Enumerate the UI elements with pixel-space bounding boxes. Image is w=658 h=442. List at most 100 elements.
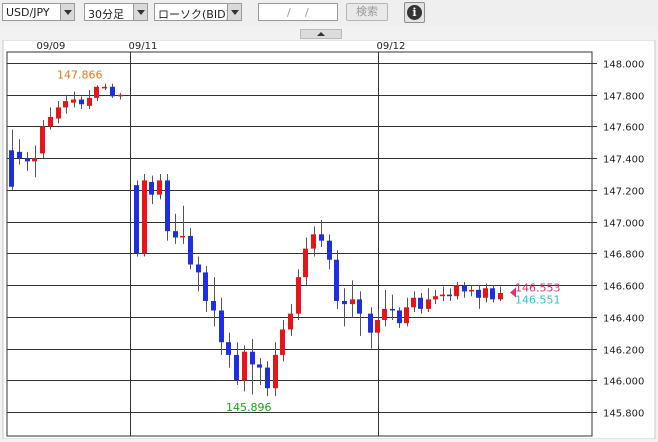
- candle-up: [288, 313, 293, 330]
- candle-up: [32, 158, 37, 162]
- candle-up: [87, 97, 92, 106]
- timeframe-value: 30分足: [88, 8, 124, 21]
- candle-down: [165, 180, 170, 232]
- search-button[interactable]: 検索: [346, 3, 388, 21]
- candle-up: [483, 288, 488, 298]
- candlestick-chart: 148.000 147.800 147.600 147.400 147.200 147.0…: [2, 39, 656, 440]
- candle-up: [273, 354, 278, 389]
- candle-down: [250, 351, 255, 365]
- candle-down: [447, 294, 452, 297]
- candle-down: [9, 150, 14, 187]
- y-tick-label: 147.600: [603, 123, 644, 134]
- y-tick-label: 145.800: [603, 409, 644, 420]
- panel-collapse-toggle[interactable]: [300, 29, 342, 39]
- currency-pair-select[interactable]: USD/JPY: [2, 3, 75, 21]
- candle-down: [211, 300, 216, 311]
- candle-up: [411, 297, 416, 308]
- candle-up: [142, 180, 147, 254]
- candle-down: [390, 308, 395, 311]
- y-tick-label: 147.200: [603, 187, 644, 198]
- candle-down: [462, 285, 467, 292]
- candle-up: [56, 107, 61, 119]
- candle-up: [180, 235, 185, 238]
- candle-down: [188, 235, 193, 265]
- x-date-label: 09/11: [129, 41, 158, 52]
- candle-down: [234, 354, 239, 381]
- date-separator: /: [305, 6, 309, 19]
- candle-down: [226, 342, 231, 355]
- y-tick-label: 147.800: [603, 92, 644, 103]
- y-tick-label: 146.000: [603, 377, 644, 388]
- date-separator: /: [287, 6, 291, 19]
- candle-up: [311, 234, 316, 249]
- candle-down: [327, 240, 332, 260]
- candle-down: [368, 313, 373, 333]
- candle-down: [173, 231, 178, 238]
- candle-down: [110, 86, 115, 97]
- candle-up: [48, 116, 53, 127]
- candle-up: [157, 180, 162, 195]
- info-button[interactable]: i: [404, 2, 425, 23]
- chevron-down-icon[interactable]: [133, 4, 147, 20]
- candle-up: [498, 293, 503, 300]
- candle-up: [404, 307, 409, 324]
- candle-down: [397, 310, 402, 324]
- x-date-label: 09/09: [37, 41, 66, 52]
- candle-up: [71, 99, 76, 103]
- candle-up: [426, 299, 431, 309]
- timeframe-select[interactable]: 30分足: [84, 3, 148, 21]
- chart-area: 148.000 147.800 147.600 147.400 147.200 147.0…: [0, 39, 658, 442]
- y-tick-label: 146.400: [603, 314, 644, 325]
- candle-up: [40, 126, 45, 154]
- candle-up: [454, 285, 459, 297]
- chevron-down-icon[interactable]: [60, 4, 74, 20]
- candle-down: [203, 272, 208, 301]
- low-price-label: 145.896: [226, 401, 272, 414]
- candle-up: [63, 101, 68, 108]
- candle-up: [433, 296, 438, 300]
- candle-up: [296, 277, 301, 314]
- candle-up: [102, 86, 107, 89]
- candle-down: [418, 297, 423, 309]
- date-input[interactable]: / /: [258, 3, 338, 21]
- chart-type-select[interactable]: ローソク(BID): [154, 3, 242, 21]
- bid-price-label: 146.551: [515, 294, 561, 307]
- toolbar: USD/JPY 30分足 ローソク(BID) / / 検索 i: [0, 0, 658, 26]
- currency-pair-value: USD/JPY: [6, 6, 50, 19]
- chart-type-value: ローソク(BID): [158, 8, 230, 21]
- y-tick-label: 146.800: [603, 250, 644, 261]
- candle-down: [196, 264, 201, 273]
- candle-down: [79, 99, 84, 105]
- candle-down: [319, 234, 324, 241]
- candle-up: [242, 351, 247, 381]
- chevron-down-icon[interactable]: [227, 4, 241, 20]
- candle-up: [469, 289, 474, 292]
- info-icon: i: [407, 5, 422, 20]
- candle-down: [17, 151, 22, 159]
- y-tick-label: 146.600: [603, 282, 644, 293]
- candle-down: [219, 310, 224, 343]
- y-tick-label: 147.000: [603, 219, 644, 230]
- candle-down: [357, 299, 362, 314]
- candle-up: [94, 86, 99, 98]
- candle-up: [303, 248, 308, 278]
- candle-down: [134, 185, 139, 254]
- candle-up: [440, 294, 445, 297]
- candle-down: [342, 300, 347, 305]
- y-tick-label: 146.200: [603, 346, 644, 357]
- candle-up: [382, 308, 387, 320]
- candle-up: [280, 329, 285, 355]
- candle-down: [25, 158, 30, 162]
- candle-down: [476, 289, 481, 298]
- candle-down: [490, 288, 495, 300]
- candle-down: [149, 181, 154, 195]
- high-price-label: 147.866: [57, 68, 103, 81]
- candle-up: [350, 299, 355, 305]
- candle-up: [375, 319, 380, 333]
- candle-up: [118, 94, 123, 97]
- x-date-label: 09/12: [377, 41, 406, 52]
- y-tick-label: 147.400: [603, 155, 644, 166]
- y-tick-label: 148.000: [603, 60, 644, 71]
- plot-area: [6, 51, 593, 437]
- candle-down: [265, 367, 270, 389]
